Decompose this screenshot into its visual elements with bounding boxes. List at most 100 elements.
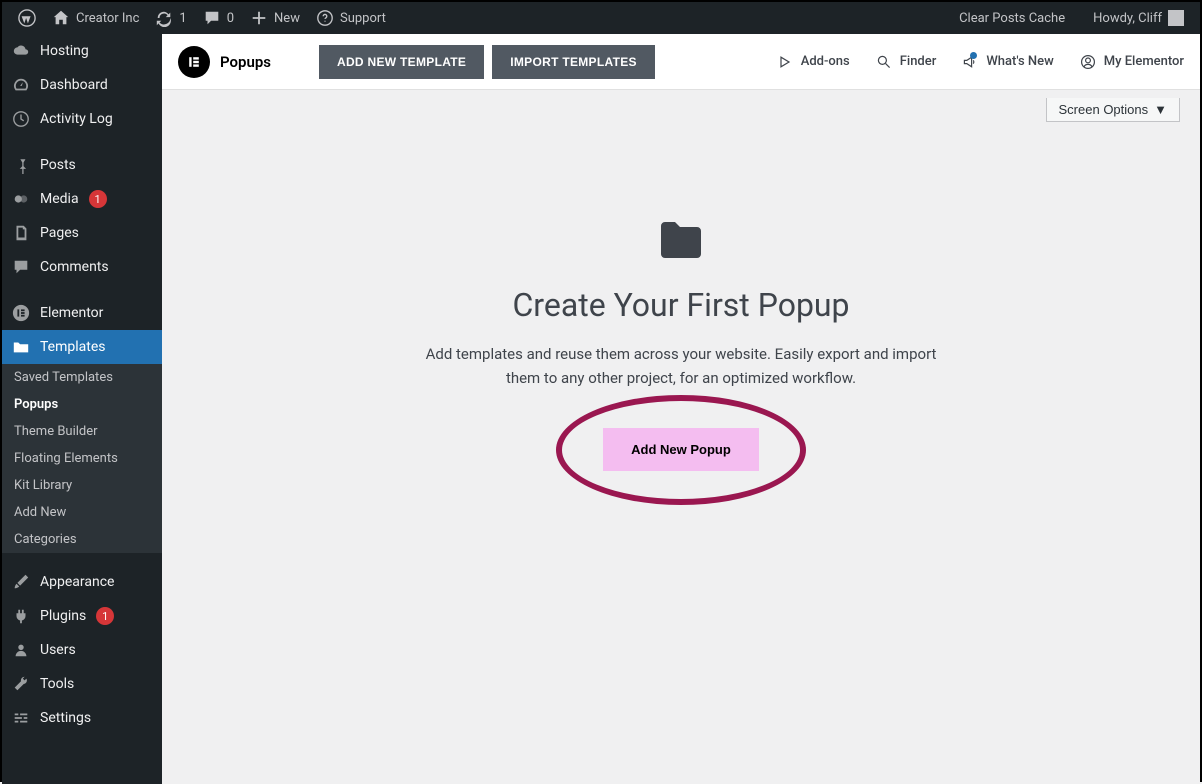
sub-theme-builder[interactable]: Theme Builder: [2, 418, 162, 445]
admin-bar: Creator Inc 1 0 New Support Clear Posts …: [2, 2, 1200, 34]
sidebar-item-label: Media: [40, 191, 79, 207]
play-icon: [777, 54, 793, 70]
sidebar-item-posts[interactable]: Posts: [2, 148, 162, 182]
sidebar-item-comments[interactable]: Comments: [2, 250, 162, 284]
finder-label: Finder: [900, 54, 937, 69]
content-area: Popups ADD NEW TEMPLATE IMPORT TEMPLATES…: [162, 34, 1200, 784]
elementor-logo-icon: [178, 46, 210, 78]
sub-floating[interactable]: Floating Elements: [2, 445, 162, 472]
sidebar-item-label: Comments: [40, 259, 109, 275]
site-name: Creator Inc: [76, 11, 139, 26]
clear-cache-link[interactable]: Clear Posts Cache: [951, 2, 1073, 34]
brush-icon: [12, 573, 30, 591]
sidebar-item-hosting[interactable]: Hosting: [2, 34, 162, 68]
sidebar-item-appearance[interactable]: Appearance: [2, 565, 162, 599]
refresh-icon: [155, 9, 173, 27]
import-templates-button[interactable]: IMPORT TEMPLATES: [492, 45, 655, 79]
whatsnew-link[interactable]: What's New: [962, 54, 1053, 70]
folder-icon: [12, 338, 30, 356]
sidebar-item-label: Appearance: [40, 574, 114, 590]
screen-options-button[interactable]: Screen Options ▼: [1046, 98, 1180, 122]
pages-icon: [12, 224, 30, 242]
sidebar-item-elementor[interactable]: Elementor: [2, 296, 162, 330]
support-label: Support: [340, 11, 386, 26]
updates-link[interactable]: 1: [147, 2, 194, 34]
account-icon: [1080, 54, 1096, 70]
sidebar-item-users[interactable]: Users: [2, 633, 162, 667]
comment-icon: [203, 9, 221, 27]
new-link[interactable]: New: [242, 2, 308, 34]
templates-submenu: Saved Templates Popups Theme Builder Flo…: [2, 364, 162, 553]
sub-saved-templates[interactable]: Saved Templates: [2, 364, 162, 391]
media-icon: [12, 190, 30, 208]
support-link[interactable]: Support: [308, 2, 394, 34]
chevron-down-icon: ▼: [1154, 102, 1167, 117]
elementor-icon: [12, 304, 30, 322]
wrench-icon: [12, 675, 30, 693]
comments-count: 0: [227, 11, 234, 26]
notification-dot: [970, 52, 977, 59]
gauge-icon: [12, 76, 30, 94]
avatar: [1168, 10, 1184, 26]
plus-icon: [250, 9, 268, 27]
badge: 1: [89, 190, 107, 208]
myelementor-label: My Elementor: [1104, 54, 1184, 69]
sub-categories[interactable]: Categories: [2, 526, 162, 553]
account-link[interactable]: Howdy, Cliff: [1085, 2, 1192, 34]
page-title: Popups: [220, 53, 271, 71]
addons-label: Add-ons: [801, 54, 850, 69]
sidebar-item-label: Hosting: [40, 43, 89, 59]
myelementor-link[interactable]: My Elementor: [1080, 54, 1184, 70]
empty-title: Create Your First Popup: [512, 286, 849, 324]
comments-link[interactable]: 0: [195, 2, 242, 34]
badge: 1: [96, 607, 114, 625]
sidebar-item-label: Templates: [40, 339, 106, 355]
whatsnew-label: What's New: [986, 54, 1053, 69]
sidebar-item-pages[interactable]: Pages: [2, 216, 162, 250]
clock-icon: [12, 110, 30, 128]
admin-sidebar: Hosting Dashboard Activity Log Posts Med…: [2, 34, 162, 784]
plug-icon: [12, 607, 30, 625]
sidebar-item-templates[interactable]: Templates: [2, 330, 162, 364]
folder-icon: [657, 218, 705, 262]
screen-options-label: Screen Options: [1059, 102, 1149, 117]
add-template-button[interactable]: ADD NEW TEMPLATE: [319, 45, 484, 79]
empty-description: Add templates and reuse them across your…: [421, 342, 941, 390]
sidebar-item-label: Dashboard: [40, 77, 108, 93]
sidebar-item-label: Posts: [40, 157, 76, 173]
elementor-toolbar: Popups ADD NEW TEMPLATE IMPORT TEMPLATES…: [162, 34, 1200, 90]
sidebar-item-dashboard[interactable]: Dashboard: [2, 68, 162, 102]
sidebar-item-activity[interactable]: Activity Log: [2, 102, 162, 136]
sidebar-item-tools[interactable]: Tools: [2, 667, 162, 701]
sub-kit-library[interactable]: Kit Library: [2, 472, 162, 499]
clear-cache-label: Clear Posts Cache: [959, 11, 1065, 26]
cloud-icon: [12, 42, 30, 60]
screen-options-bar: Screen Options ▼: [162, 90, 1200, 122]
sidebar-item-label: Activity Log: [40, 111, 113, 127]
sidebar-item-label: Plugins: [40, 608, 86, 624]
empty-state: Create Your First Popup Add templates an…: [162, 122, 1200, 784]
site-link[interactable]: Creator Inc: [44, 2, 147, 34]
addons-link[interactable]: Add-ons: [777, 54, 850, 70]
sidebar-item-plugins[interactable]: Plugins 1: [2, 599, 162, 633]
updates-count: 1: [179, 11, 186, 26]
sidebar-item-settings[interactable]: Settings: [2, 701, 162, 735]
sidebar-item-label: Tools: [40, 676, 74, 692]
sidebar-item-media[interactable]: Media 1: [2, 182, 162, 216]
sub-popups[interactable]: Popups: [2, 391, 162, 418]
help-icon: [316, 9, 334, 27]
sliders-icon: [12, 709, 30, 727]
sidebar-item-label: Users: [40, 642, 76, 658]
sidebar-item-label: Elementor: [40, 305, 103, 321]
add-new-popup-button[interactable]: Add New Popup: [603, 428, 759, 471]
finder-link[interactable]: Finder: [876, 54, 937, 70]
sidebar-item-label: Settings: [40, 710, 91, 726]
wp-logo[interactable]: [10, 2, 44, 34]
user-icon: [12, 641, 30, 659]
new-label: New: [274, 11, 300, 26]
home-icon: [52, 9, 70, 27]
sub-add-new[interactable]: Add New: [2, 499, 162, 526]
sidebar-item-label: Pages: [40, 225, 79, 241]
pin-icon: [12, 156, 30, 174]
search-icon: [876, 54, 892, 70]
